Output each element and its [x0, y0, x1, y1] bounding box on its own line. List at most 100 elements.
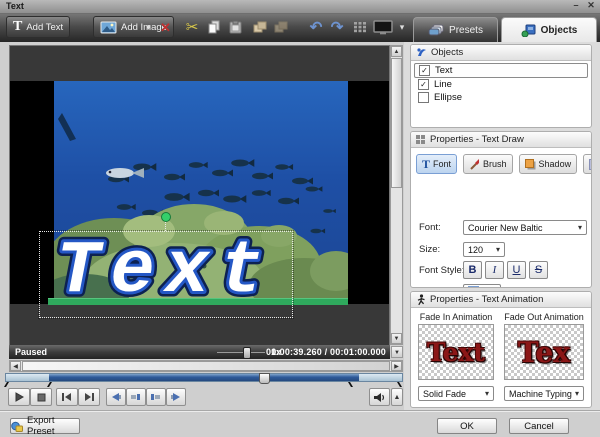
footer-bar: Export Preset OK Cancel	[0, 410, 600, 437]
vscroll-thumb[interactable]	[391, 58, 402, 188]
fade-out-preview[interactable]: Tex	[504, 324, 584, 380]
window-title: Text	[6, 1, 24, 11]
object-item-text[interactable]: ✓ Text	[414, 63, 588, 78]
tab-presets[interactable]: Presets	[413, 17, 498, 42]
toolbar: T Add Text Add Image ▾ ✕ ✂	[0, 14, 600, 42]
minimize-button[interactable]: –	[570, 0, 582, 11]
edge-tab-button[interactable]: Edge	[583, 154, 592, 174]
size-label: Size:	[419, 244, 440, 255]
brush-tab-button[interactable]: Brush	[463, 154, 513, 174]
mark-in-button[interactable]	[126, 388, 146, 406]
strikethrough-button[interactable]: S	[529, 261, 548, 279]
next-frame-button[interactable]	[78, 388, 100, 406]
copy-icon[interactable]	[204, 18, 223, 36]
shadow-tab-button[interactable]: Shadow	[519, 154, 578, 174]
fade-in-label: Fade In Animation	[418, 312, 494, 322]
font-dropdown-arrow-icon: ▾	[578, 223, 582, 232]
running-man-icon	[416, 294, 426, 306]
export-preset-label: Export Preset	[27, 415, 79, 437]
size-dropdown[interactable]: 120 ▾	[463, 242, 505, 257]
paste-icon[interactable]	[226, 18, 244, 36]
text-draw-group-header: Properties - Text Draw	[411, 132, 591, 148]
vscroll-down-icon[interactable]: ▼	[391, 333, 402, 344]
fade-out-dropdown-arrow-icon: ▾	[575, 389, 579, 398]
tab-objects[interactable]: Objects	[501, 17, 597, 42]
aligned-dropdown[interactable]: ▾	[463, 284, 501, 288]
text-checkbox[interactable]: ✓	[419, 65, 430, 76]
ok-button[interactable]: OK	[437, 418, 497, 434]
fade-out-label: Fade Out Animation	[504, 312, 584, 322]
volume-up-icon[interactable]: ▲	[391, 388, 403, 406]
tab-objects-label: Objects	[541, 25, 578, 36]
font-value: Courier New Baltic	[468, 223, 543, 233]
mark-out-button[interactable]	[146, 388, 166, 406]
fade-in-preview[interactable]: Text	[418, 324, 494, 380]
speed-slider-thumb[interactable]	[243, 347, 251, 359]
font-t-icon: T	[422, 157, 430, 172]
cancel-button[interactable]: Cancel	[509, 418, 569, 434]
trim-handle-left-inner[interactable]	[44, 382, 52, 387]
font-tab-button[interactable]: T Font	[416, 154, 457, 174]
rotate-handle-line	[165, 222, 166, 231]
bold-button[interactable]: B	[463, 261, 482, 279]
timeline-position-marker[interactable]	[259, 373, 270, 384]
goto-mark-in-button[interactable]	[106, 388, 126, 406]
font-dropdown[interactable]: Courier New Baltic ▾	[463, 220, 587, 235]
display-monitor-icon[interactable]	[371, 18, 395, 36]
timeline-selected-range[interactable]	[49, 374, 359, 381]
vscroll-up-icon[interactable]: ▲	[391, 46, 402, 57]
export-preset-button[interactable]: Export Preset	[10, 418, 80, 434]
hscroll-thumb[interactable]	[22, 361, 390, 371]
volume-button[interactable]	[369, 388, 390, 406]
preview-hscrollbar[interactable]: ◀ ▶	[9, 360, 403, 372]
preview-vscrollbar[interactable]: ▲ ▼	[390, 45, 403, 345]
grid-icon[interactable]	[351, 18, 369, 36]
aligned-dropdown-arrow-icon: ▾	[492, 287, 496, 288]
redo-icon[interactable]: ↷	[327, 18, 347, 36]
text-animation-group-header: Properties - Text Animation	[411, 292, 591, 308]
playback-status-bar: Paused 1x 00:00:39.260 / 00:01:00.000	[9, 345, 390, 359]
shadow-tab-label: Shadow	[539, 159, 572, 169]
objects-list: ✓ Text ✓ Line Ellipse	[411, 61, 591, 106]
title-bar[interactable]: Text – ✕	[0, 0, 600, 14]
selection-box[interactable]	[39, 231, 293, 318]
undo-icon[interactable]: ↶	[306, 18, 326, 36]
goto-mark-out-button[interactable]	[166, 388, 186, 406]
play-button[interactable]	[8, 388, 30, 406]
underline-button[interactable]: U	[507, 261, 526, 279]
display-options-dropdown[interactable]: ▼	[391, 346, 403, 358]
fade-out-dropdown[interactable]: Machine Typing ▾	[504, 386, 584, 401]
hscroll-right-icon[interactable]: ▶	[391, 361, 402, 371]
previous-frame-button[interactable]	[56, 388, 78, 406]
timeline-bar[interactable]	[5, 373, 403, 382]
trim-handle-right-inner[interactable]	[348, 382, 356, 387]
ellipse-checkbox[interactable]	[418, 92, 429, 103]
line-checkbox[interactable]: ✓	[418, 79, 429, 90]
close-button[interactable]: ✕	[585, 0, 597, 11]
objects-group: Objects ✓ Text ✓ Line Ellipse	[410, 44, 592, 128]
font-tab-label: Font	[433, 159, 451, 169]
add-text-button[interactable]: T Add Text	[6, 16, 70, 38]
delete-icon[interactable]: ✕	[157, 18, 174, 36]
object-item-ellipse[interactable]: Ellipse	[414, 91, 588, 104]
add-image-dropdown-icon[interactable]: ▾	[142, 18, 155, 36]
object-item-line[interactable]: ✓ Line	[414, 78, 588, 91]
hscroll-left-icon[interactable]: ◀	[10, 361, 21, 371]
display-dropdown-icon[interactable]: ▾	[396, 18, 408, 36]
bring-forward-icon[interactable]	[251, 18, 269, 36]
rotate-handle[interactable]	[161, 212, 171, 222]
image-icon	[100, 21, 117, 34]
stop-button[interactable]	[30, 388, 52, 406]
brush-icon	[469, 159, 480, 170]
trim-handle-right-outer[interactable]	[394, 382, 402, 387]
send-backward-icon[interactable]	[272, 18, 290, 36]
fade-in-dropdown[interactable]: Solid Fade ▾	[418, 386, 494, 401]
fade-out-value: Machine Typing	[509, 389, 572, 399]
cut-icon[interactable]: ✂	[183, 18, 201, 36]
speed-slider-track[interactable]	[217, 352, 265, 353]
italic-button[interactable]: I	[485, 261, 504, 279]
trim-handle-left-outer[interactable]	[4, 382, 12, 387]
objects-group-title: Objects	[431, 47, 463, 58]
size-value: 120	[468, 245, 483, 255]
text-editor-dialog: Text – ✕ T Add Text Add Image ▾ ✕ ✂	[0, 0, 600, 437]
